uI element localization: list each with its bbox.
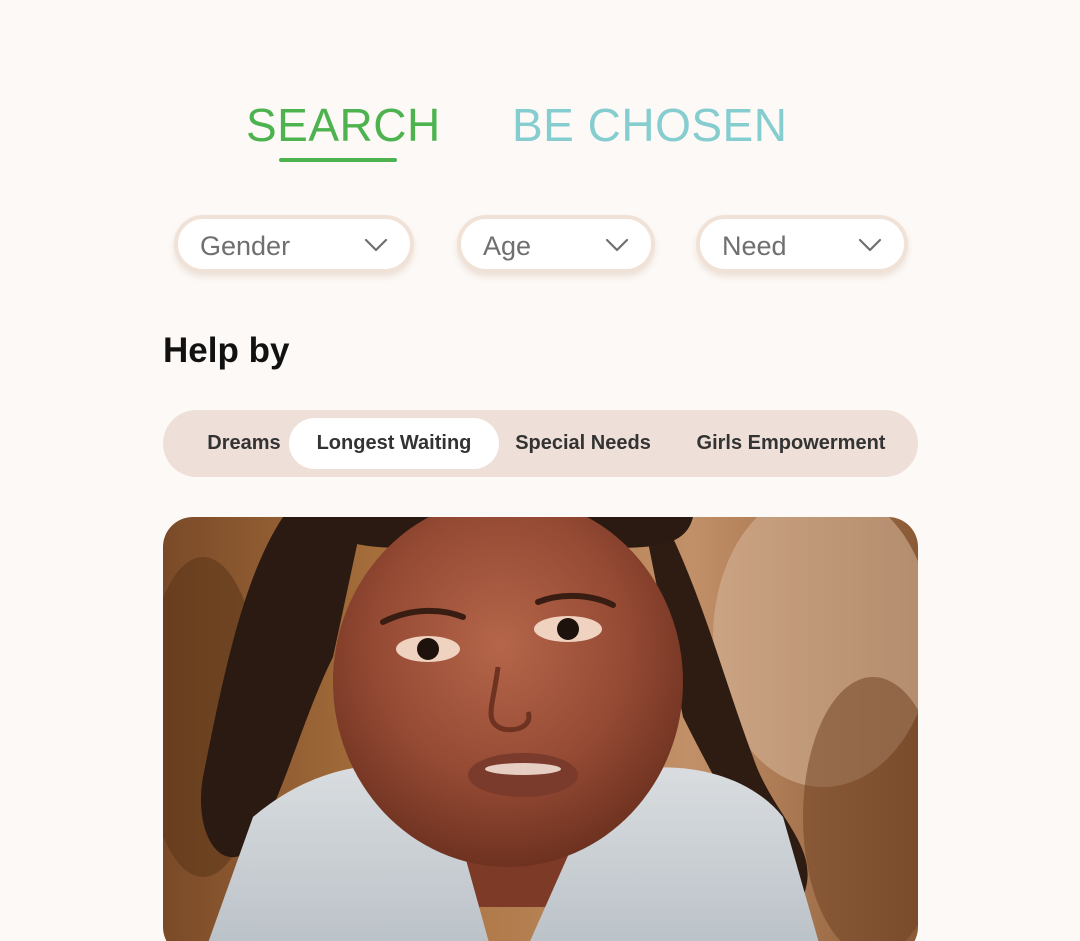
- chevron-down-icon: [364, 238, 388, 252]
- child-photo: [163, 517, 918, 941]
- chevron-down-icon: [605, 238, 629, 252]
- child-photo-card[interactable]: [163, 517, 918, 941]
- help-by-segmented-control: Dreams Longest Waiting Special Needs Gir…: [163, 410, 918, 477]
- top-tabs: SEARCH BE CHOSEN: [0, 96, 1080, 176]
- gender-dropdown-label: Gender: [200, 231, 291, 261]
- filter-bar: Gender Age Need: [0, 215, 1080, 285]
- help-by-heading: Help by: [163, 331, 290, 370]
- active-tab-indicator: [279, 158, 397, 162]
- age-dropdown[interactable]: Age: [457, 215, 655, 273]
- chevron-down-icon: [858, 238, 882, 252]
- need-dropdown[interactable]: Need: [696, 215, 908, 273]
- segment-special-needs[interactable]: Special Needs: [503, 418, 663, 469]
- app-screen: SEARCH BE CHOSEN Gender Age Need Help by…: [0, 0, 1080, 941]
- need-dropdown-label: Need: [722, 231, 787, 261]
- segment-longest-waiting[interactable]: Longest Waiting: [289, 418, 499, 469]
- tab-search[interactable]: SEARCH: [246, 96, 441, 154]
- age-dropdown-label: Age: [483, 231, 532, 261]
- segment-girls-empowerment[interactable]: Girls Empowerment: [683, 418, 899, 469]
- gender-dropdown[interactable]: Gender: [174, 215, 414, 273]
- tab-be-chosen[interactable]: BE CHOSEN: [512, 96, 787, 154]
